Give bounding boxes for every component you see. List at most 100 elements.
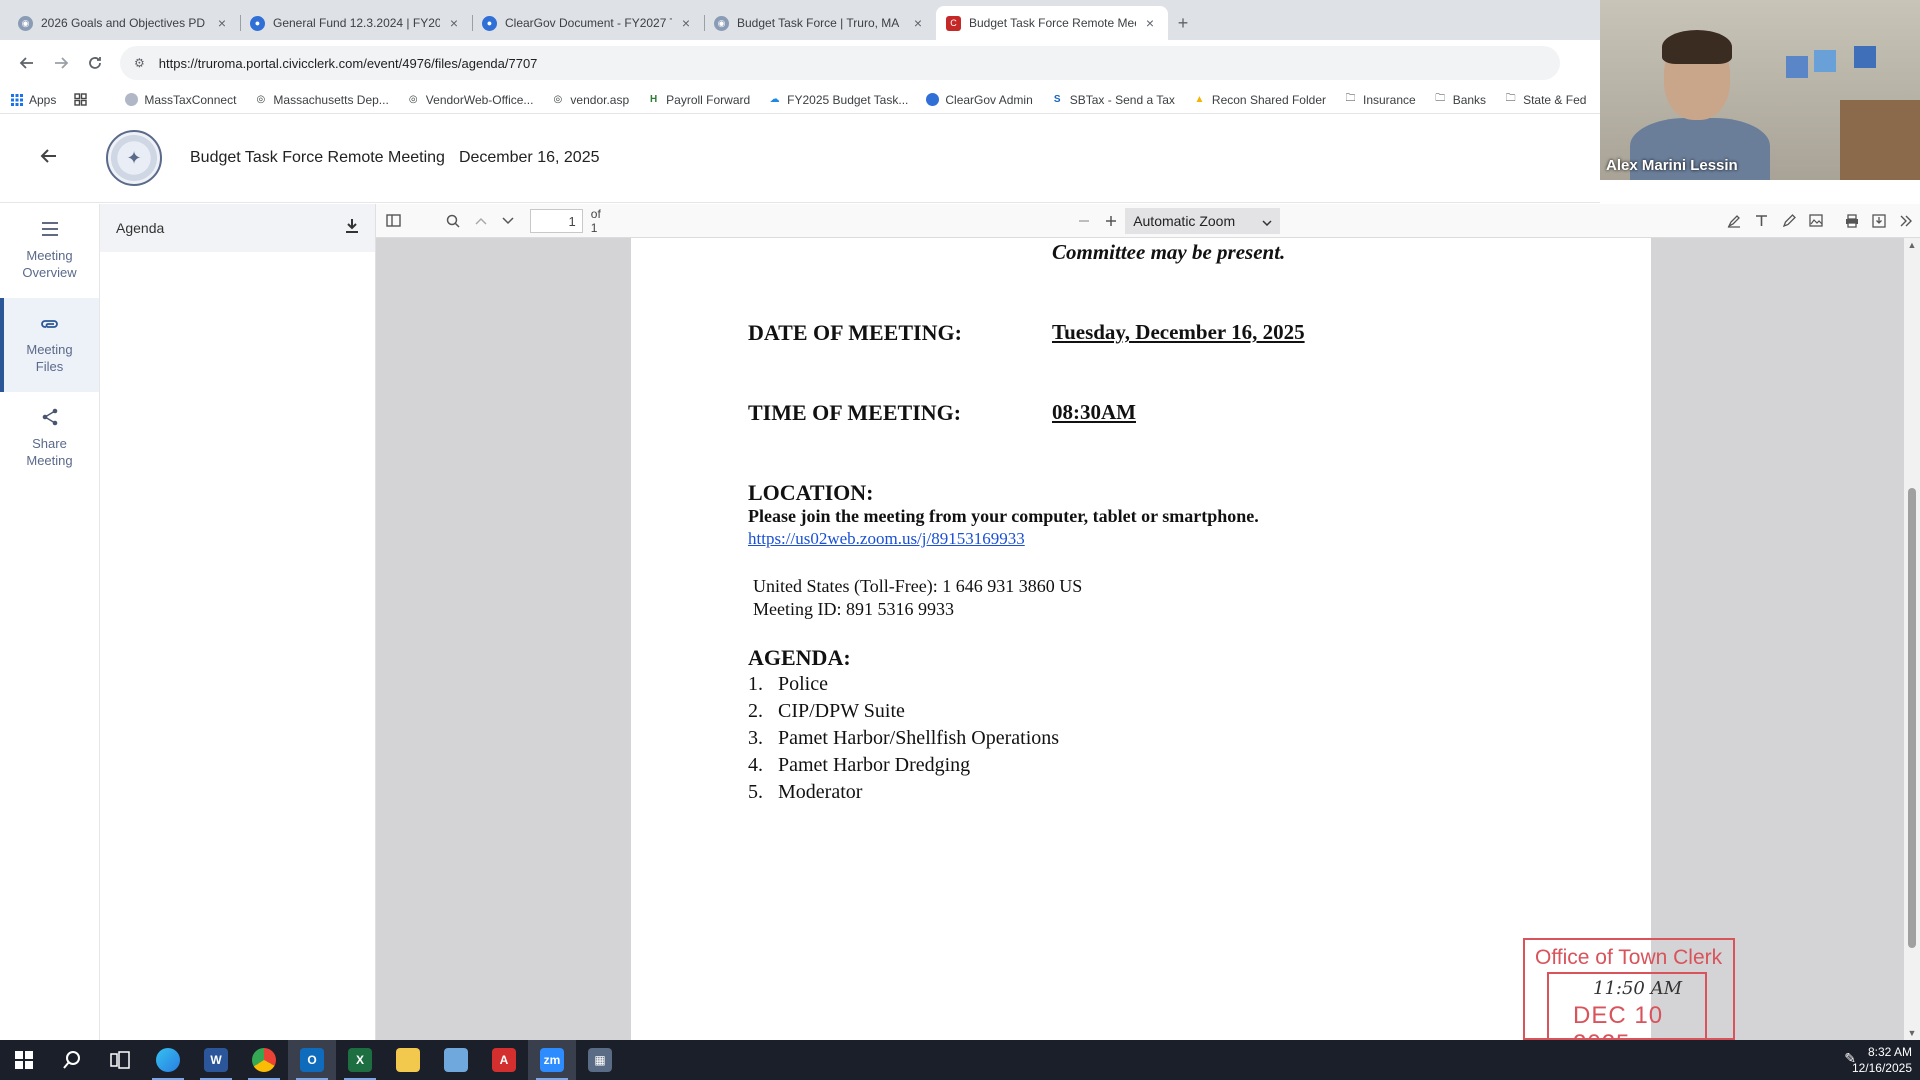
cleargov-icon [926,93,940,106]
close-icon[interactable]: × [446,15,462,31]
bookmark-label: Banks [1452,92,1487,107]
nav-meeting-files[interactable]: Meeting Files [0,298,99,392]
file-name: Agenda [116,220,165,236]
clock-date: 12/16/2025 [1851,1061,1912,1075]
bookmark-item[interactable]: ☁ FY2025 Budget Task... [768,93,909,107]
scrollbar-thumb[interactable] [1908,488,1916,948]
forward-arrow-icon[interactable] [44,46,78,80]
apps-grid-icon [10,93,23,106]
stamp-date: DEC 10 2025 [1573,1002,1664,1040]
highlight-icon[interactable] [1720,208,1747,234]
nav-meeting-overview[interactable]: Meeting Overview [0,204,99,298]
browser-tab[interactable]: ◉ 2026 Goals and Objectives PD × [8,6,240,40]
bookmark-label: Apps [29,92,57,107]
bookmarks-bar: Apps MassTaxConnect ◎ Massachusetts Dep..… [0,86,1600,114]
save-icon[interactable] [1865,208,1892,234]
nav-share-meeting[interactable]: Share Meeting [0,392,99,486]
meeting-title: Budget Task Force Remote Meeting [190,149,445,166]
bookmark-item[interactable]: ClearGov Admin [926,93,1033,107]
start-icon[interactable] [0,1040,48,1080]
reload-icon[interactable] [78,46,112,80]
pdf-vertical-scrollbar[interactable]: ▲ ▼ [1904,238,1920,1040]
bookmark-item[interactable]: ▲ Recon Shared Folder [1193,93,1326,107]
site-settings-icon[interactable]: ⚙ [134,56,145,70]
tab-title: General Fund 12.3.2024 | FY202 [273,16,440,30]
close-icon[interactable]: × [678,15,694,31]
close-icon[interactable]: × [1142,15,1158,31]
bookmark-item[interactable]: S SBTax - Send a Tax [1051,93,1175,107]
print-icon[interactable] [1838,208,1865,234]
zoom-out-icon[interactable] [1070,208,1097,234]
notes-app-icon[interactable] [432,1040,480,1080]
zoom-icon[interactable]: zm [528,1040,576,1080]
image-icon[interactable] [1802,208,1829,234]
cleargov-icon: ● [482,15,497,31]
date-label: DATE OF MEETING: [748,320,962,345]
task-view-icon[interactable] [96,1040,144,1080]
browser-tab[interactable]: ◉ Budget Task Force | Truro, MA × [704,6,936,40]
word-icon[interactable]: W [192,1040,240,1080]
bookmark-apps[interactable]: Apps [10,93,56,107]
bookmark-item[interactable]: ◎ vendor.asp [551,93,630,107]
browser-tab[interactable]: ● General Fund 12.3.2024 | FY202 × [240,6,472,40]
pdf-viewer-area[interactable]: Committee may be present. DATE OF MEETIN… [376,238,1904,1040]
bookmark-folder[interactable]: 🗀 Insurance [1344,93,1416,107]
search-icon[interactable] [439,208,466,234]
browser-tab-active[interactable]: C Budget Task Force Remote Mee × [936,6,1168,40]
zoom-in-icon[interactable] [1098,208,1125,234]
previous-page-icon[interactable] [467,208,494,234]
tab-groups-icon[interactable] [74,93,93,106]
globe-icon: ◎ [553,94,563,105]
file-explorer-icon[interactable] [384,1040,432,1080]
bookshelf [1840,100,1920,180]
sidebar-toggle-icon[interactable] [380,208,407,234]
share-icon [41,408,59,432]
edge-icon[interactable] [144,1040,192,1080]
bookmark-folder[interactable]: 🗀 Banks [1434,93,1486,107]
close-icon[interactable]: × [214,15,230,31]
scroll-up-icon[interactable]: ▲ [1904,240,1920,250]
outlook-icon[interactable]: O [288,1040,336,1080]
calculator-icon[interactable]: ▦ [576,1040,624,1080]
scroll-down-icon[interactable]: ▼ [1904,1028,1920,1038]
system-clock[interactable]: 8:32 AM 12/16/2025 [1852,1044,1912,1076]
file-item-agenda[interactable]: Agenda [100,204,375,252]
bookmark-item[interactable]: MassTaxConnect [125,93,236,107]
chrome-icon[interactable] [240,1040,288,1080]
next-page-icon[interactable] [494,208,521,234]
excel-icon[interactable]: X [336,1040,384,1080]
agenda-item: 4. Pamet Harbor Dredging [748,754,971,776]
zoom-select[interactable]: Automatic Zoom [1125,207,1281,234]
video-participant-tile[interactable]: Alex Marini Lessin [1600,0,1920,180]
bookmark-item[interactable]: H Payroll Forward [647,93,750,107]
zoom-link[interactable]: https://us02web.zoom.us/j/89153169933 [748,529,1025,549]
tab-title: Budget Task Force Remote Mee [969,16,1136,30]
payroll-icon: H [650,94,658,105]
chevron-down-icon [1262,213,1272,229]
cloud-icon: ☁ [769,94,780,105]
acrobat-icon[interactable]: A [480,1040,528,1080]
more-tools-icon[interactable] [1893,208,1920,234]
bookmark-item[interactable]: ◎ Massachusetts Dep... [254,93,389,107]
windows-taskbar: W O X A zm ▦ ✎ 8:32 AM 12/16/2025 [0,1040,1920,1080]
new-tab-button[interactable]: + [1168,6,1198,40]
back-arrow-icon[interactable] [10,46,44,80]
address-bar[interactable]: ⚙ https://truroma.portal.civicclerk.com/… [120,46,1560,80]
browser-tab[interactable]: ● ClearGov Document - FY2027 T × [472,6,704,40]
draw-icon[interactable] [1775,208,1802,234]
stamp-time: 11:50 AM [1593,978,1683,999]
download-icon[interactable] [345,218,359,238]
text-tool-icon[interactable] [1748,208,1775,234]
wall-poster [1854,46,1876,68]
stamp-office: Office of Town Clerk [1535,946,1723,969]
folder-icon: 🗀 [1505,93,1516,104]
page-count: of 1 [590,206,601,235]
close-icon[interactable]: × [910,15,926,31]
participant-hair [1662,30,1732,64]
bookmark-item[interactable]: ◎ VendorWeb-Office... [407,93,534,107]
bookmark-folder[interactable]: 🗀 State & Fed [1504,93,1587,107]
page-number-input[interactable]: 1 [529,208,583,233]
nav-label: Meeting Files [26,341,73,374]
back-arrow-icon[interactable] [40,145,70,171]
search-icon[interactable] [48,1040,96,1080]
